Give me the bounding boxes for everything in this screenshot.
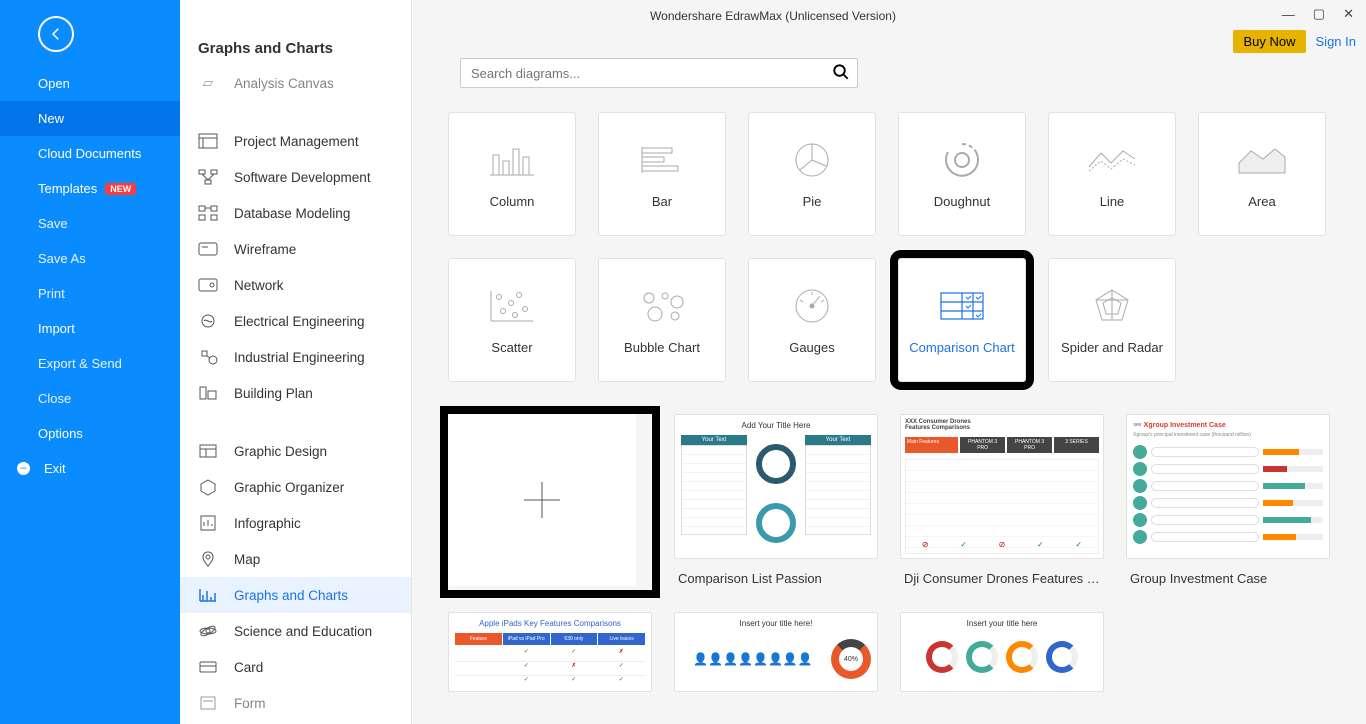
close-icon[interactable]: ✕ — [1343, 6, 1354, 22]
cat-network[interactable]: Network — [180, 267, 411, 303]
design-icon — [198, 441, 218, 461]
cat-project-management[interactable]: Project Management — [180, 123, 411, 159]
chart-type-column[interactable]: Column — [448, 112, 576, 236]
infographic-icon — [198, 513, 218, 533]
area-icon — [1237, 140, 1287, 180]
nav-close[interactable]: Close — [0, 381, 180, 416]
nav-templates[interactable]: TemplatesNEW — [0, 171, 180, 206]
exit-icon: – — [17, 462, 30, 475]
template-dji-drones[interactable]: XXX Consumer DronesFeatures Comparisons … — [900, 414, 1104, 590]
cat-science-and-education[interactable]: Science and Education — [180, 613, 411, 649]
main-content: Column Bar Pie Doughnut Line Area — [412, 0, 1366, 724]
cat-analysis-canvas[interactable]: ▱Analysis Canvas — [180, 71, 411, 101]
cat-electrical-engineering[interactable]: Electrical Engineering — [180, 303, 411, 339]
database-icon — [198, 203, 218, 223]
industrial-icon — [198, 347, 218, 367]
maximize-icon[interactable]: ▢ — [1313, 6, 1325, 22]
column-icon — [487, 140, 537, 180]
cat-infographic[interactable]: Infographic — [180, 505, 411, 541]
template-ipad-features[interactable]: Apple iPads Key Features Comparisons Fea… — [448, 612, 652, 692]
bar-icon — [637, 140, 687, 180]
spider-icon — [1087, 286, 1137, 326]
gauges-icon — [787, 286, 837, 326]
cat-building-plan[interactable]: Building Plan — [180, 375, 411, 411]
template-insert-title-1[interactable]: Insert your title here! 👤👤👤👤👤👤👤👤 40% — [674, 612, 878, 692]
cat-wireframe[interactable]: Wireframe — [180, 231, 411, 267]
comparison-icon — [937, 286, 987, 326]
window-title: Wondershare EdrawMax (Unlicensed Version… — [650, 9, 896, 23]
chart-type-bubble[interactable]: Bubble Chart — [598, 258, 726, 382]
back-button[interactable] — [38, 16, 74, 52]
category-panel: Graphs and Charts ▱Analysis Canvas Proje… — [180, 0, 412, 724]
nav-export[interactable]: Export & Send — [0, 346, 180, 381]
nav-import[interactable]: Import — [0, 311, 180, 346]
panel-title: Graphs and Charts — [180, 30, 411, 71]
organizer-icon — [198, 477, 218, 497]
template-insert-title-2[interactable]: Insert your title here — [900, 612, 1104, 692]
wireframe-icon — [198, 239, 218, 259]
card-icon — [198, 657, 218, 677]
new-badge: NEW — [105, 183, 136, 195]
nav-cloud-documents[interactable]: Cloud Documents — [0, 136, 180, 171]
minimize-icon[interactable]: — — [1282, 7, 1295, 22]
software-icon — [198, 167, 218, 187]
nav-exit[interactable]: –Exit — [0, 451, 180, 486]
buy-now-button[interactable]: Buy Now — [1233, 30, 1305, 53]
nav-options[interactable]: Options — [0, 416, 180, 451]
cat-map[interactable]: Map — [180, 541, 411, 577]
bubble-icon — [637, 286, 687, 326]
chart-type-spider[interactable]: Spider and Radar — [1048, 258, 1176, 382]
sidebar-nav: Open New Cloud Documents TemplatesNEW Sa… — [0, 0, 180, 724]
pie-icon — [787, 140, 837, 180]
nav-save[interactable]: Save — [0, 206, 180, 241]
canvas-icon: ▱ — [198, 73, 218, 93]
chart-type-comparison[interactable]: Comparison Chart — [898, 258, 1026, 382]
cat-graphic-organizer[interactable]: Graphic Organizer — [180, 469, 411, 505]
template-blank-new[interactable] — [448, 414, 652, 590]
nav-print[interactable]: Print — [0, 276, 180, 311]
chart-type-line[interactable]: Line — [1048, 112, 1176, 236]
chart-type-pie[interactable]: Pie — [748, 112, 876, 236]
search-icon[interactable] — [832, 63, 850, 81]
cat-form[interactable]: Form — [180, 685, 411, 721]
cat-industrial-engineering[interactable]: Industrial Engineering — [180, 339, 411, 375]
nav-new[interactable]: New — [0, 101, 180, 136]
chart-type-bar[interactable]: Bar — [598, 112, 726, 236]
chart-type-doughnut[interactable]: Doughnut — [898, 112, 1026, 236]
cat-graphs-and-charts[interactable]: Graphs and Charts — [180, 577, 411, 613]
doughnut-icon — [937, 140, 987, 180]
line-icon — [1087, 140, 1137, 180]
form-icon — [198, 693, 218, 713]
network-icon — [198, 275, 218, 295]
cat-card[interactable]: Card — [180, 649, 411, 685]
template-label: Dji Consumer Drones Features C... — [900, 559, 1104, 590]
nav-open[interactable]: Open — [0, 66, 180, 101]
scatter-icon — [487, 286, 537, 326]
nav-save-as[interactable]: Save As — [0, 241, 180, 276]
search-input[interactable] — [460, 58, 858, 88]
template-label: Group Investment Case — [1126, 559, 1330, 590]
sign-in-link[interactable]: Sign In — [1316, 34, 1356, 49]
chart-type-gauges[interactable]: Gauges — [748, 258, 876, 382]
template-group-investment[interactable]: 👓 Xgroup Investment Case Xgroup's princi… — [1126, 414, 1330, 590]
building-icon — [198, 383, 218, 403]
cat-software-development[interactable]: Software Development — [180, 159, 411, 195]
template-label: Comparison List Passion — [674, 559, 878, 590]
chart-type-scatter[interactable]: Scatter — [448, 258, 576, 382]
title-bar: Wondershare EdrawMax (Unlicensed Version… — [180, 0, 1366, 32]
map-icon — [198, 549, 218, 569]
chart-type-area[interactable]: Area — [1198, 112, 1326, 236]
charts-icon — [198, 585, 218, 605]
science-icon — [198, 621, 218, 641]
cat-database-modeling[interactable]: Database Modeling — [180, 195, 411, 231]
cat-graphic-design[interactable]: Graphic Design — [180, 433, 411, 469]
electrical-icon — [198, 311, 218, 331]
template-comparison-list[interactable]: Add Your Title Here Your Text Your Text … — [674, 414, 878, 590]
project-icon — [198, 131, 218, 151]
